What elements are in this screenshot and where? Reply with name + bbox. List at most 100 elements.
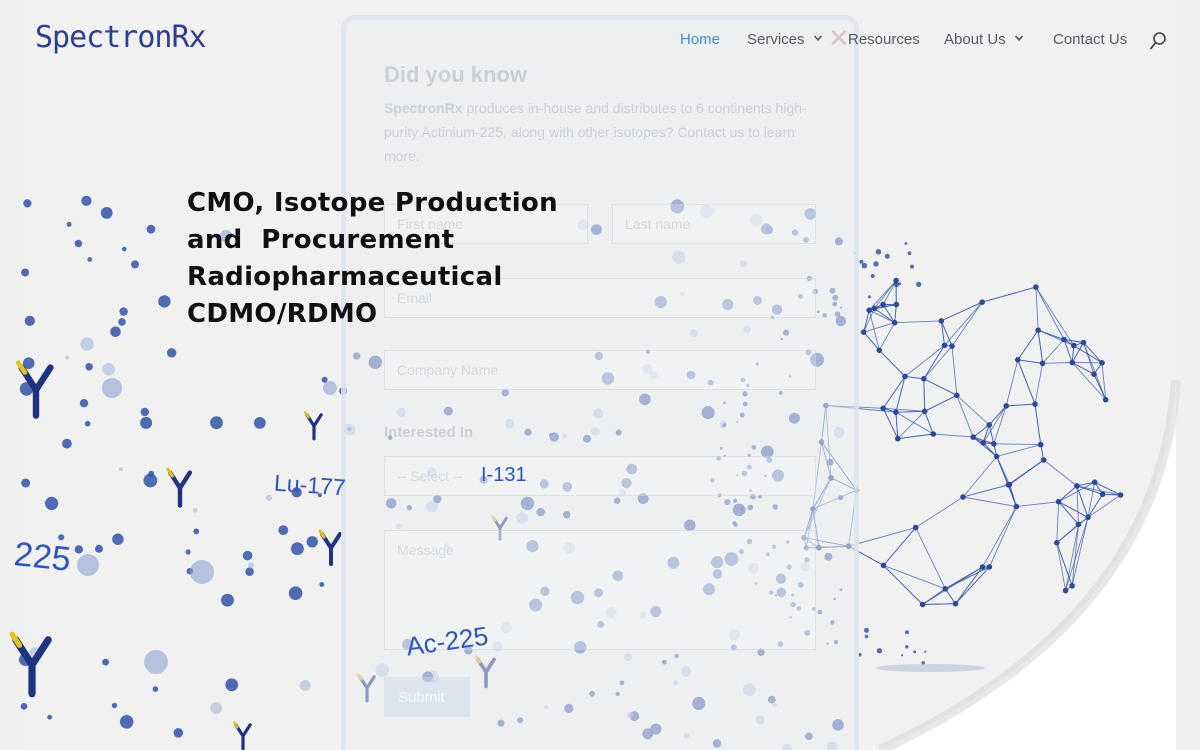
network-edge: [1087, 494, 1121, 518]
particle-dot: [74, 545, 84, 554]
network-node: [1013, 503, 1020, 510]
particle-dot: [84, 420, 91, 427]
network-edge: [1042, 362, 1073, 364]
network-node: [895, 435, 901, 442]
network-edge: [874, 308, 895, 324]
network-edge: [878, 349, 906, 377]
network-edge: [1016, 501, 1059, 508]
network-edge: [988, 506, 1017, 568]
network-edge: [904, 375, 924, 380]
particle-dot: [210, 416, 223, 430]
particle-blur-dot: [144, 650, 168, 674]
particle-dot: [253, 417, 266, 429]
network-edge: [1007, 484, 1017, 507]
antibody-glyph: [318, 529, 342, 566]
network-node: [930, 431, 937, 437]
particle-dot: [95, 544, 103, 553]
particle-dot: [131, 260, 139, 269]
interest-select[interactable]: -- Select --: [384, 456, 816, 496]
network-edge: [1076, 485, 1121, 496]
network-edge: [945, 566, 990, 590]
network-edge: [988, 405, 1007, 426]
nav-item-about-us[interactable]: About Us: [944, 31, 1024, 48]
particle-dot: [24, 315, 35, 326]
isotope-label-lu177: Lu-177: [273, 469, 347, 501]
particle-dot: [140, 416, 153, 429]
network-edge: [962, 456, 998, 498]
network-node: [1055, 498, 1062, 505]
particle-dot: [319, 582, 325, 587]
network-node: [860, 329, 867, 335]
network-edge: [1058, 501, 1079, 525]
network-node: [938, 318, 945, 324]
last-name-field[interactable]: Last name: [612, 204, 816, 244]
particle-dot: [121, 246, 127, 252]
network-node: [1005, 482, 1012, 488]
particle-dot: [152, 686, 159, 692]
particle-dot: [112, 533, 124, 545]
sphere-shadow: [875, 664, 985, 672]
network-node: [893, 301, 900, 308]
antibody-glyph: [9, 631, 52, 698]
nav-item-contact-us[interactable]: Contact Us: [1053, 31, 1127, 48]
network-particle: [905, 645, 909, 649]
network-particle: [893, 282, 899, 288]
network-node: [1061, 336, 1067, 343]
particle-dot: [66, 221, 72, 227]
search-icon[interactable]: [1149, 31, 1167, 51]
nav-item-home[interactable]: Home: [680, 31, 720, 48]
particle-dot: [185, 549, 191, 555]
particle-dot: [79, 399, 89, 408]
particle-blur-dot: [77, 554, 99, 576]
network-node: [1069, 583, 1075, 589]
network-particle: [864, 634, 869, 639]
network-edge: [895, 376, 906, 413]
particle-dot: [110, 326, 121, 338]
network-particle: [913, 650, 917, 654]
nav-item-services[interactable]: Services: [747, 31, 823, 48]
particle-dot: [111, 702, 118, 709]
network-edge: [1034, 404, 1042, 445]
company-field[interactable]: Company Name: [384, 350, 816, 390]
nav-item-label: Contact Us: [1053, 31, 1128, 48]
particle-dot: [248, 562, 254, 569]
popup-description: SpectronRx produces in-house and distrib…: [384, 96, 824, 168]
network-edge: [1071, 362, 1107, 401]
particle-dot: [102, 658, 109, 666]
network-edge: [944, 301, 983, 346]
network-node: [876, 347, 883, 354]
network-node: [980, 440, 986, 446]
network-node: [866, 307, 872, 314]
network-particle: [876, 648, 883, 654]
network-particle: [864, 627, 869, 633]
network-node: [1015, 357, 1021, 363]
network-edge: [922, 603, 956, 605]
network-node: [893, 409, 899, 416]
particle-dot: [193, 508, 198, 513]
submit-button[interactable]: Submit: [384, 677, 470, 717]
particle-dot: [288, 586, 303, 600]
network-edge: [1017, 329, 1039, 361]
network-node: [1099, 491, 1106, 498]
particle-dot: [47, 714, 53, 720]
network-node: [921, 376, 927, 382]
network-node: [1075, 521, 1082, 528]
network-edge: [1035, 286, 1075, 346]
particle-dot: [45, 496, 59, 510]
particle-dot: [21, 478, 31, 488]
network-node: [986, 564, 993, 570]
network-particle: [924, 650, 927, 653]
network-edge: [1065, 517, 1089, 591]
particle-dot: [100, 207, 113, 219]
particle-dot: [80, 337, 94, 351]
particle-dot: [119, 715, 134, 729]
network-node: [1091, 371, 1097, 378]
particle-dot: [158, 295, 171, 308]
network-node: [1085, 514, 1091, 521]
particle-dot: [74, 239, 83, 248]
network-edge: [996, 444, 1041, 457]
network-edge: [923, 378, 958, 396]
particle-dot: [20, 703, 28, 710]
nav-item-resources[interactable]: Resources: [848, 31, 920, 48]
particle-dot: [306, 536, 318, 548]
